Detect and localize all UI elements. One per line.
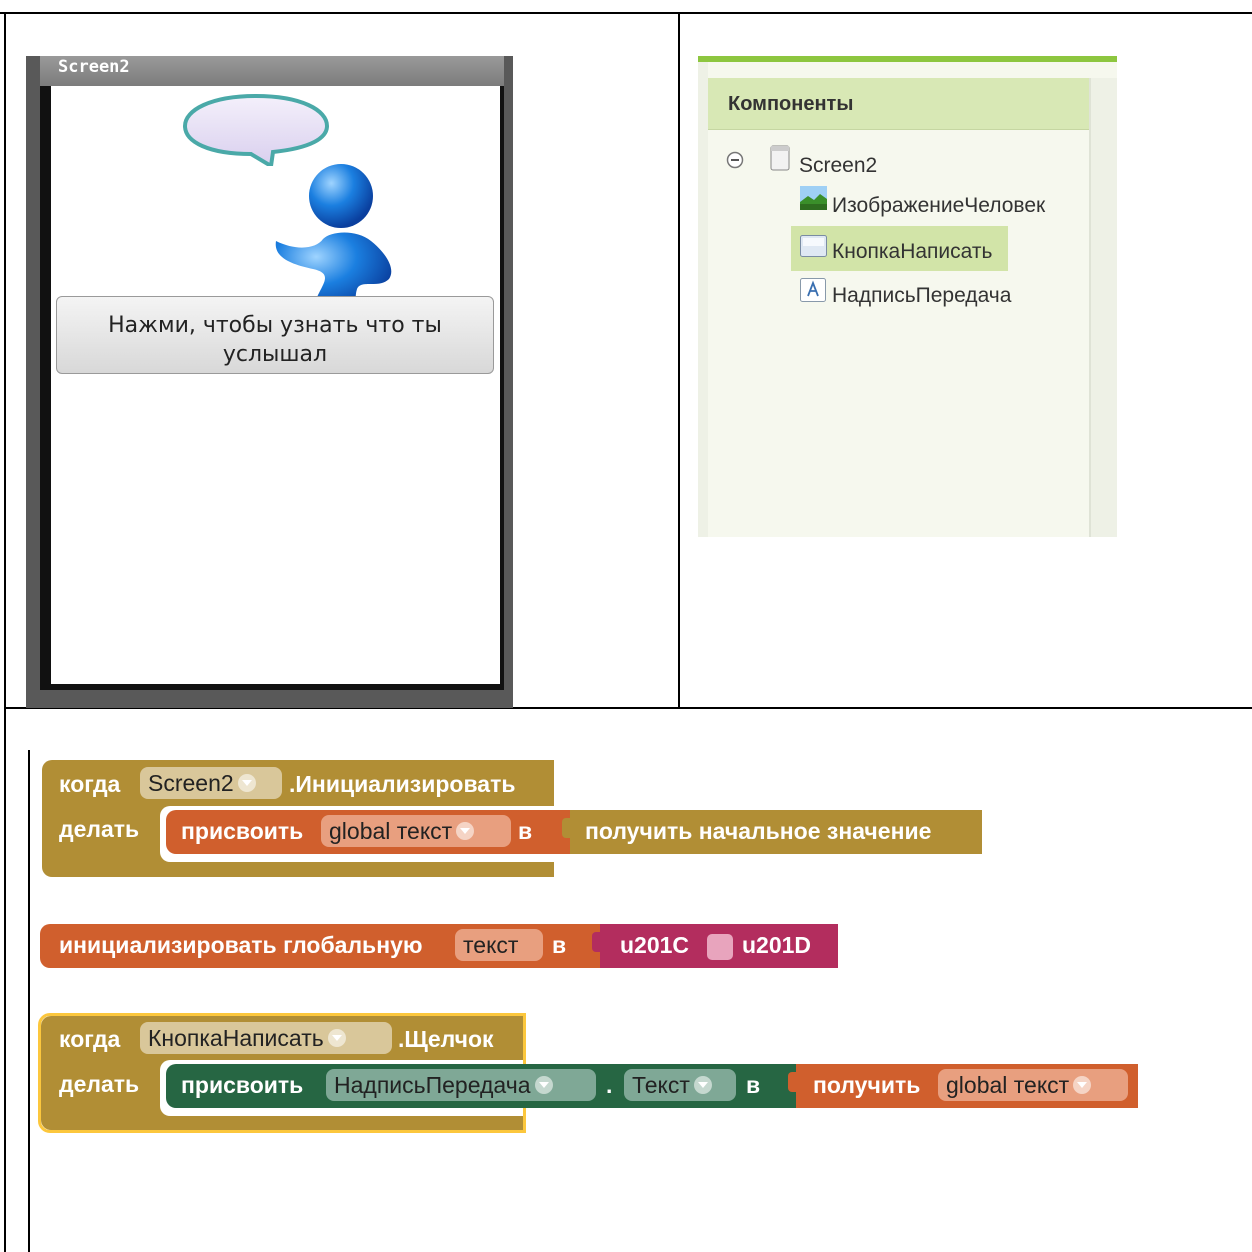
panel-top-accent	[698, 56, 1117, 62]
phone-frame: Screen2 Нажми, чтобы узнать что ты услыш…	[40, 56, 504, 690]
image-icon	[800, 186, 827, 210]
phone-screen: Нажми, чтобы узнать что ты услышал	[51, 86, 500, 684]
dropdown-arrow-icon	[534, 1075, 553, 1094]
screen-dropdown[interactable]: Screen2	[140, 767, 282, 799]
tree-item-button[interactable]: КнопкаНаписать	[832, 240, 992, 264]
dot-label: .	[606, 1072, 613, 1098]
person-image-icon	[275, 164, 392, 314]
table-border-left	[4, 12, 6, 1252]
panel-left-strip	[698, 62, 708, 537]
get-var-value: global текст	[946, 1072, 1070, 1098]
dropdown-arrow-icon	[327, 1028, 346, 1047]
button-component-value: КнопкаНаписать	[148, 1025, 324, 1051]
event-label: .Инициализировать	[289, 771, 516, 797]
panel-right-strip	[1089, 78, 1117, 537]
socket-notch	[562, 818, 572, 838]
global-var-value: global текст	[329, 818, 453, 844]
global-name-value: текст	[463, 932, 519, 958]
get-label: получить	[813, 1072, 921, 1098]
text-quote-close: u201D	[742, 932, 812, 958]
blocks-left-line	[28, 750, 30, 1252]
init-global-label: инициализировать глобальную	[59, 932, 423, 958]
do-label: делать	[59, 1071, 140, 1097]
screen-title: Screen2	[40, 56, 504, 86]
components-panel: Компоненты Screen2 ИзображениеЧеловек Кн…	[698, 56, 1117, 537]
dropdown-arrow-icon	[693, 1075, 712, 1094]
components-header: Компоненты	[708, 78, 1089, 130]
tree-item-label[interactable]: НадписьПередача	[832, 284, 1011, 308]
label-icon	[800, 278, 826, 302]
button-label-line2: услышал	[222, 342, 328, 367]
init-to-label: в	[552, 932, 567, 958]
collapse-icon[interactable]	[726, 151, 744, 169]
dropdown-arrow-icon	[456, 821, 475, 840]
property-dropdown[interactable]: Текст	[624, 1069, 736, 1101]
global-name-field[interactable]: текст	[455, 929, 543, 961]
screen-dropdown-value: Screen2	[148, 770, 234, 796]
when-label: когда	[59, 771, 121, 797]
property-value: Текст	[632, 1072, 690, 1098]
label-component-dropdown[interactable]: НадписьПередача	[326, 1069, 596, 1101]
table-border-mid-vertical	[678, 12, 680, 708]
set-label: присвоить	[181, 1072, 304, 1098]
text-quote-open: u201C	[620, 932, 690, 958]
phone-preview: Screen2 Нажми, чтобы узнать что ты услыш…	[26, 56, 513, 708]
dropdown-arrow-icon	[1073, 1075, 1092, 1094]
to-label: в	[746, 1072, 761, 1098]
tree-item-image[interactable]: ИзображениеЧеловек	[832, 194, 1045, 218]
to-label: в	[518, 818, 533, 844]
set-label: присвоить	[181, 818, 304, 844]
speech-bubble-icon	[182, 93, 330, 166]
get-socket-notch	[788, 1072, 798, 1092]
get-start-value-label: получить начальное значение	[585, 818, 932, 844]
write-button[interactable]: Нажми, чтобы узнать что ты услышал	[56, 296, 494, 374]
get-var-dropdown[interactable]: global текст	[938, 1069, 1128, 1101]
label-component-value: НадписьПередача	[334, 1072, 531, 1098]
screen-icon	[770, 145, 790, 171]
text-value-field[interactable]	[707, 934, 733, 960]
button-label-line1: Нажми, чтобы узнать что ты	[108, 313, 442, 338]
when-label: когда	[59, 1026, 121, 1052]
components-tree: Screen2 ИзображениеЧеловек КнопкаНаписат…	[708, 131, 1089, 537]
button-component-dropdown[interactable]: КнопкаНаписать	[140, 1022, 392, 1054]
tree-item-screen2[interactable]: Screen2	[799, 154, 877, 178]
click-event-label: .Щелчок	[398, 1026, 494, 1052]
button-icon	[800, 235, 827, 257]
global-var-dropdown[interactable]: global текст	[321, 815, 511, 847]
do-label: делать	[59, 816, 140, 842]
dropdown-arrow-icon	[237, 773, 256, 792]
table-border-top	[0, 12, 1252, 14]
text-socket-notch	[592, 932, 602, 952]
